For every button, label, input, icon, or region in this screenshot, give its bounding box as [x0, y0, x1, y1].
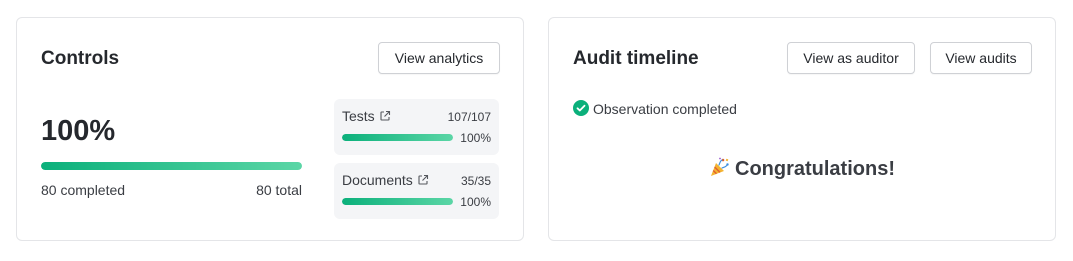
congratulations-text: Congratulations! [735, 158, 895, 180]
documents-link[interactable]: Documents [342, 172, 413, 188]
controls-title: Controls [41, 48, 120, 69]
check-circle-icon [573, 100, 589, 116]
documents-count: 35/35 [460, 174, 491, 188]
controls-card: Controls View analytics 100% 80 complete… [16, 17, 524, 241]
tests-link[interactable]: Tests [342, 108, 375, 124]
documents-summary: Documents 35/35 100% [334, 163, 499, 219]
tests-percent: 100% [460, 131, 491, 145]
audit-timeline-title: Audit timeline [573, 48, 699, 69]
party-popper-icon [711, 157, 729, 176]
tests-summary: Tests 107/107 100% [334, 99, 499, 155]
audit-status: Observation completed [573, 100, 737, 117]
documents-progress-bar [342, 198, 453, 205]
view-as-auditor-button[interactable]: View as auditor [787, 42, 915, 74]
tests-count: 107/107 [447, 110, 491, 124]
tests-progress-fill [342, 134, 453, 141]
tests-progress-bar [342, 134, 453, 141]
audit-status-text: Observation completed [593, 101, 737, 117]
documents-percent: 100% [460, 195, 491, 209]
external-link-icon[interactable] [417, 174, 429, 186]
view-audits-button[interactable]: View audits [930, 42, 1032, 74]
congratulations-message: Congratulations! [549, 156, 1055, 181]
completed-count: 80 completed [41, 182, 126, 198]
view-analytics-button[interactable]: View analytics [378, 42, 500, 74]
controls-percent: 100% [41, 115, 116, 147]
total-count: 80 total [256, 182, 302, 198]
external-link-icon[interactable] [379, 110, 391, 122]
controls-progress-bar [41, 162, 302, 170]
audit-timeline-card: Audit timeline View as auditor View audi… [548, 17, 1056, 241]
documents-progress-fill [342, 198, 453, 205]
controls-progress-fill [41, 162, 302, 170]
